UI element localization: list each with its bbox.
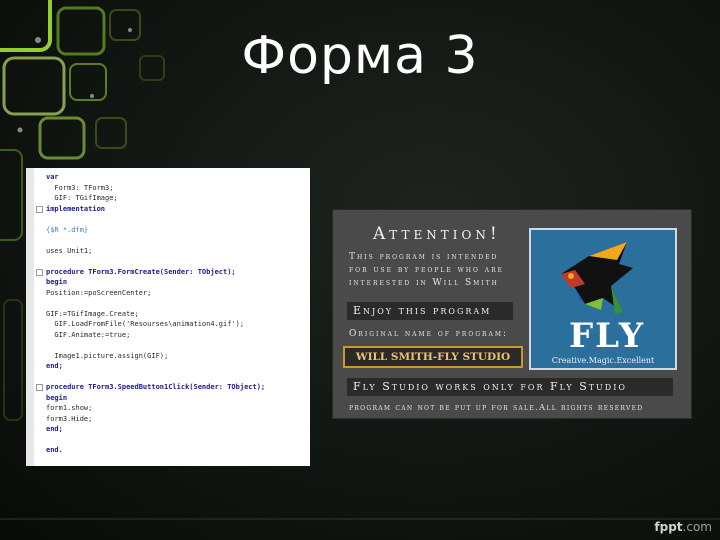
slide-title: Форма 3 <box>241 26 479 86</box>
intro-line-3: interested in Will Smith <box>349 278 499 288</box>
fold-marker <box>36 205 43 213</box>
fold-marker <box>36 384 43 391</box>
code-line: GIF.LoadFromFile('Resourses\animation4.g… <box>46 320 245 328</box>
code-listing: var Form3: TForm3; GIF: TGifImage; implem… <box>36 172 308 456</box>
enjoy-banner: Enjoy this program <box>347 302 513 320</box>
watermark: fppt.com <box>654 520 712 534</box>
code-line: implementation <box>46 204 106 213</box>
works-only-banner: Fly Studio works only for Fly Studio <box>347 378 673 396</box>
logo-word: FLY <box>569 316 646 356</box>
slide: Форма 3 var Form3: TForm3; GIF: TGifImag… <box>0 0 720 540</box>
fold-marker <box>36 268 43 276</box>
code-line: GIF: TGifImage; <box>46 194 118 202</box>
intro-line-1: This program is intended <box>349 252 499 262</box>
code-line: end. <box>46 446 63 454</box>
code-line: Form3: TForm3; <box>46 183 114 192</box>
code-line: GIF:=TGifImage.Create; <box>46 309 139 318</box>
code-line: end; <box>46 362 63 370</box>
code-line: procedure TForm3.SpeedButton1Click(Sende… <box>46 383 266 391</box>
code-line: {$R *.dfm} <box>46 225 89 234</box>
code-line: Image1.picture.assign(GIF); <box>46 351 169 360</box>
code-line: form3.Hide; <box>46 414 93 423</box>
rights-text: program can not be put up for sale.All r… <box>349 403 644 413</box>
original-name-label: Original name of program: <box>349 329 509 339</box>
works-only-text: Fly Studio works only for Fly Studio <box>353 380 627 393</box>
code-line: begin <box>46 393 68 402</box>
attention-screenshot: Attention! This program is intended for … <box>332 209 692 419</box>
logo-tagline: Creative.Magic.Excellent <box>551 356 655 365</box>
code-line: procedure TForm3.FormCreate(Sender: TObj… <box>46 267 236 276</box>
watermark-brand: fppt <box>654 520 683 534</box>
program-name: WILL SMITH-FLY STUDIO <box>355 351 511 363</box>
attention-title: Attention! <box>373 224 501 244</box>
program-name-banner: WILL SMITH-FLY STUDIO <box>343 346 523 368</box>
intro-line-2: for use by people who are <box>349 265 505 275</box>
code-line: uses Unit1; <box>46 246 93 255</box>
fly-logo: FLY Creative.Magic.Excellent <box>529 228 677 370</box>
code-line: var <box>46 173 59 181</box>
code-line: begin <box>46 278 68 286</box>
watermark-suffix: .com <box>682 520 712 534</box>
code-line: form1.show; <box>46 404 93 412</box>
code-line: Position:=poScreenCenter; <box>46 288 152 297</box>
code-screenshot: var Form3: TForm3; GIF: TGifImage; implem… <box>26 168 310 466</box>
enjoy-text: Enjoy this program <box>353 304 492 317</box>
code-line: GIF.Animate:=true; <box>46 330 131 339</box>
code-line: end; <box>46 425 63 433</box>
